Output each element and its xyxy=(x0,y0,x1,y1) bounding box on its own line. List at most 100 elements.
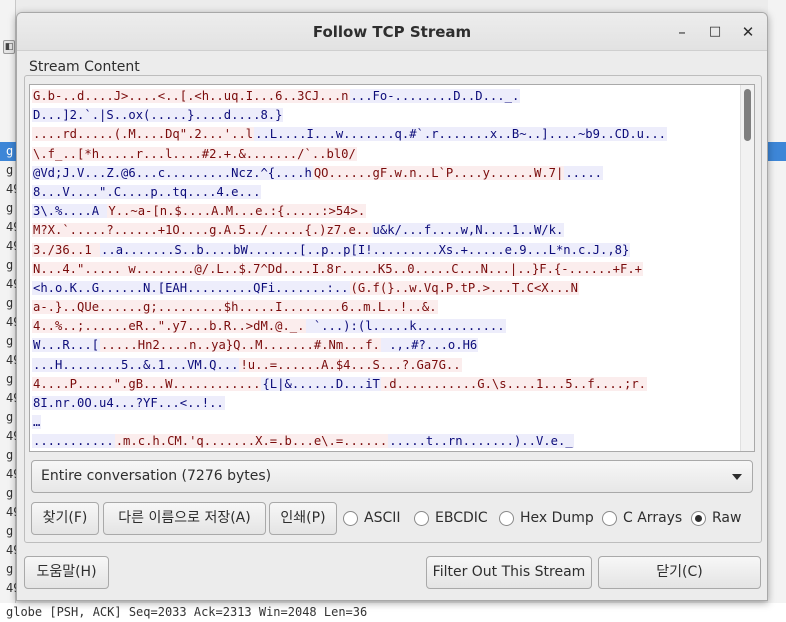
server-segment: `...):(l.....k............ xyxy=(305,319,506,334)
title-bar[interactable]: Follow TCP Stream – □ ✕ xyxy=(17,13,767,51)
server-segment: ..L....I...w.......q.#`.r.......x..B~..]… xyxy=(254,127,668,142)
client-segment: .....Hn2....n..ya}Q..M.......#.Nm...f. xyxy=(100,338,381,353)
stream-line: N...4."..... w........@/.L..$.7^Dd....I.… xyxy=(32,260,739,279)
radio-hex-dump-indicator xyxy=(499,511,514,526)
stream-line: <h.o.K..G......N.[EAH.........QFi.......… xyxy=(32,279,739,298)
client-segment: M?X.`.....?......+1O....g.A.5../.....{.)… xyxy=(32,223,372,238)
client-segment: a-.}..QUe......g;.........$h.....I......… xyxy=(32,300,438,315)
server-segment: 3\.%....A xyxy=(32,204,108,219)
stream-lines: G.b-..d....J>....<..[.<h..uq.I...6..3CJ.… xyxy=(32,87,739,451)
close-window-button[interactable]: ✕ xyxy=(738,22,758,42)
vertical-scrollbar[interactable] xyxy=(740,85,754,451)
find-button[interactable]: 찾기(F) xyxy=(31,502,99,535)
server-segment: W...R...[ xyxy=(32,338,101,353)
server-segment: .,.#?...o.H6 xyxy=(380,338,479,353)
background-selected-row xyxy=(768,142,786,161)
stream-line: 8...V....".C....p..tq....4.e... xyxy=(32,183,739,202)
stream-line: 3./36..1 ..a.......S..b....bW.......[..p… xyxy=(32,241,739,260)
scrollbar-thumb[interactable] xyxy=(744,89,751,141)
client-segment: N...4."..... w........@/.L..$.7^Dd....I.… xyxy=(32,261,644,276)
client-segment: QO......gF.w.n..L`P....y......W.7| xyxy=(312,165,565,180)
stream-line: ....rd.....(.M....Dq".2...'..l ..L....I..… xyxy=(32,125,739,144)
radio-ascii-indicator xyxy=(343,511,358,526)
maximize-button[interactable]: □ xyxy=(705,22,725,42)
background-packet-row: 49 xyxy=(6,581,16,595)
radio-hex-dump-label: Hex Dump xyxy=(520,510,594,526)
background-packet-row: 49 xyxy=(6,277,16,291)
background-packet-row: g xyxy=(6,410,14,424)
minimize-button[interactable]: – xyxy=(672,22,692,42)
background-packet-row: 49 xyxy=(6,429,16,443)
close-button[interactable]: 닫기(C) xyxy=(598,556,761,589)
background-packet-row: 49 xyxy=(6,220,16,234)
stream-line: @Vd;J.V...Z.@6...c.........Ncz.^{....h QO… xyxy=(32,164,739,183)
client-segment: 4..%..;......eR..".y7...b.R..>dM.@._. xyxy=(32,319,306,334)
stream-line: 4....P.....".gB...W............ {L|&.....… xyxy=(32,375,739,394)
radio-ebcdic-indicator xyxy=(414,511,429,526)
server-segment: ........... xyxy=(32,434,115,449)
stream-line: M?X.`.....?......+1O....g.A.5../.....{.)… xyxy=(32,221,739,240)
stream-line: D...]2.`.|S..ox(.....}....d....8.} xyxy=(32,106,739,125)
help-button[interactable]: 도움말(H) xyxy=(24,556,109,589)
client-segment: .d...........G.\s....1...5..f....;r. xyxy=(380,376,648,391)
server-segment: ...H........5..&.1...VM.Q... xyxy=(32,357,240,372)
stream-line: 3\.%....A Y..~a-[n.$....A.M...e.:{.....:… xyxy=(32,202,739,221)
background-right-edge xyxy=(768,0,786,622)
conversation-select-value: Entire conversation (7276 bytes) xyxy=(41,468,272,484)
client-segment: .m.c.h.CM.'q.......X.=.b...e\.=...... xyxy=(114,434,389,449)
server-segment: @Vd;J.V...Z.@6...c.........Ncz.^{....h xyxy=(32,165,313,180)
background-packet-row: g xyxy=(6,524,14,538)
background-packet-row: g xyxy=(6,201,14,215)
background-packet-row: g xyxy=(0,142,16,161)
radio-c-arrays-label: C Arrays xyxy=(623,510,683,526)
stream-content-label: Stream Content xyxy=(27,59,142,75)
client-segment: G.b-..d....J>....<..[.<h..uq.I...6..3CJ.… xyxy=(32,89,350,103)
radio-ascii-label: ASCII xyxy=(364,510,401,526)
radio-ebcdic-label: EBCDIC xyxy=(435,510,488,526)
conversation-select[interactable]: Entire conversation (7276 bytes) xyxy=(31,460,753,493)
background-packet-row: 49 xyxy=(6,353,16,367)
stream-line: W...R...[.....Hn2....n..ya}Q..M.......#.… xyxy=(32,336,739,355)
stream-line: G.b-..d....J>....<..[.<h..uq.I...6..3CJ.… xyxy=(32,87,739,106)
client-segment: ....rd.....(.M....Dq".2...'..l xyxy=(32,127,255,142)
save-as-button[interactable]: 다른 이름으로 저장(A) xyxy=(103,502,266,535)
background-packet-row: g xyxy=(6,296,14,310)
background-packet-row: 49 xyxy=(6,543,16,557)
stream-line: a-.}..QUe......g;.........$h.....I......… xyxy=(32,298,739,317)
background-packet-row: 49 xyxy=(6,391,16,405)
server-segment: ..... xyxy=(564,165,603,180)
chevron-down-icon xyxy=(732,474,742,480)
server-segment: .....t..rn.......)..V.e._ xyxy=(388,434,574,449)
background-packet-row: 49 xyxy=(6,182,16,196)
client-segment: (G.f(}..w.Vq.P.tP.>...T.C<X...N xyxy=(349,280,579,295)
background-packet-row: 49 xyxy=(6,239,16,253)
server-segment: 8...V....".C....p..tq....4.e... xyxy=(32,184,262,199)
follow-tcp-stream-dialog: Follow TCP Stream – □ ✕ Stream Content G… xyxy=(16,12,768,601)
background-packet-row: 49 xyxy=(6,505,16,519)
background-packet-detail: globe [PSH, ACK] Seq=2033 Ack=2313 Win=2… xyxy=(0,603,786,622)
background-packet-row: g xyxy=(6,334,14,348)
stream-line: 4..%..;......eR..".y7...b.R..>dM.@._. `.… xyxy=(32,317,739,336)
stream-line: ...H........5..&.1...VM.Q... !u..=......A… xyxy=(32,356,739,375)
background-packet-row: 49 xyxy=(6,315,16,329)
background-packet-row: g xyxy=(6,448,14,462)
stream-line: \.f_..[*h.....r...l....#2.+.&......./`..… xyxy=(32,145,739,164)
server-segment: u&k/...f....w,N....1..W/k. xyxy=(371,223,565,238)
background-packet-row: g xyxy=(6,486,14,500)
client-segment: \.f_..[*h.....r...l....#2.+.&......./`..… xyxy=(32,146,357,161)
filter-out-stream-button[interactable]: Filter Out This Stream xyxy=(426,556,592,589)
stream-content-text[interactable]: G.b-..d....J>....<..[.<h..uq.I...6..3CJ.… xyxy=(29,84,755,452)
client-segment: 4....P.....".gB...W............ xyxy=(32,376,262,391)
stream-line: … xyxy=(32,413,739,432)
dialog-title: Follow TCP Stream xyxy=(312,23,472,41)
background-toolbar-icon: ◧ xyxy=(3,40,15,54)
server-segment: ...Fo-........D..D..._. xyxy=(349,89,521,103)
client-segment: 3./36..1 xyxy=(32,242,101,257)
server-segment: D...]2.`.|S..ox(.....}....d....8.} xyxy=(32,108,284,123)
background-packet-row: g xyxy=(6,372,14,386)
background-packet-row: 49 xyxy=(6,467,16,481)
print-button[interactable]: 인쇄(P) xyxy=(269,502,337,535)
radio-raw-label: Raw xyxy=(712,510,742,526)
server-segment: {L|&......D...iT xyxy=(261,376,381,391)
client-segment: !u..=......A.$4...S...?.Ga7G.. xyxy=(239,357,462,372)
